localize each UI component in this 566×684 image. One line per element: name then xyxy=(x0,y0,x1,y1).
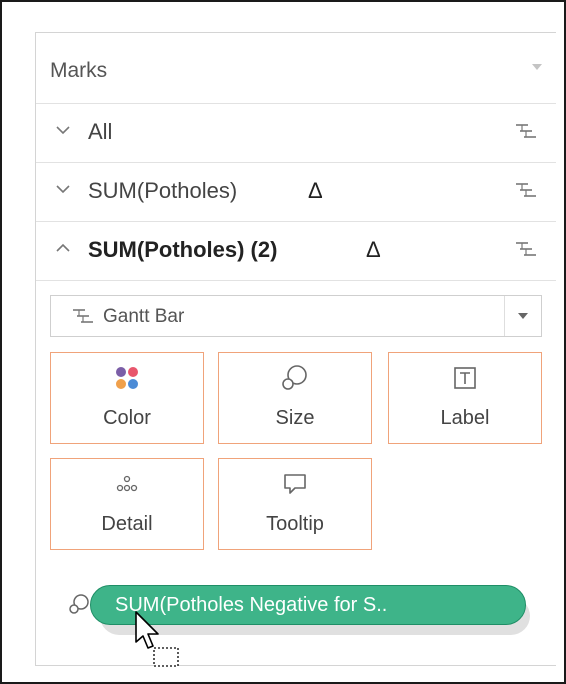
detail-button[interactable]: Detail xyxy=(50,458,204,550)
tooltip-icon xyxy=(284,474,306,494)
marks-row-sum-potholes[interactable]: SUM(Potholes) Δ xyxy=(36,163,556,222)
chevron-down-icon[interactable] xyxy=(54,121,72,139)
delta-icon: Δ xyxy=(366,237,381,262)
size-button[interactable]: Size xyxy=(218,352,372,444)
size-icon xyxy=(69,594,89,614)
gantt-bar-icon xyxy=(73,309,93,323)
marks-card: Marks All SUM(Potholes) Δ SUM(Potholes) … xyxy=(35,32,556,667)
marks-row-label: SUM(Potholes) xyxy=(88,178,238,203)
mark-type-dropdown-button[interactable] xyxy=(504,296,541,336)
drag-cursor-icon xyxy=(135,611,179,667)
chevron-down-icon[interactable] xyxy=(54,180,72,198)
label-button[interactable]: Label xyxy=(388,352,542,444)
marks-menu-caret-icon[interactable] xyxy=(532,64,542,70)
chevron-down-icon xyxy=(518,313,528,319)
marks-row-all[interactable]: All xyxy=(36,104,556,163)
screenshot-frame: Marks All SUM(Potholes) Δ SUM(Potholes) … xyxy=(0,0,566,684)
marks-row-label: All xyxy=(88,119,113,144)
mark-type-dropdown[interactable]: Gantt Bar xyxy=(50,295,542,337)
color-button[interactable]: Color xyxy=(50,352,204,444)
card-label: Detail xyxy=(101,513,153,535)
chevron-up-icon[interactable] xyxy=(54,239,72,257)
marks-header[interactable]: Marks xyxy=(36,33,556,104)
card-label: Size xyxy=(275,407,315,429)
delta-icon: Δ xyxy=(308,178,323,203)
card-label: Label xyxy=(440,407,490,429)
marks-row-sum-potholes-2[interactable]: SUM(Potholes) (2) Δ xyxy=(36,222,556,281)
card-label: Color xyxy=(103,407,151,429)
label-icon xyxy=(454,367,476,389)
marks-row-label: SUM(Potholes) (2) xyxy=(88,237,278,262)
mark-type-value: Gantt Bar xyxy=(103,306,185,327)
tooltip-button[interactable]: Tooltip xyxy=(218,458,372,550)
pill-area: SUM(Potholes Negative for S.. xyxy=(56,567,556,667)
gantt-bar-icon xyxy=(516,124,536,138)
size-icon xyxy=(282,365,307,390)
gantt-bar-icon xyxy=(516,183,536,197)
card-label: Tooltip xyxy=(266,513,324,535)
gantt-bar-icon xyxy=(516,242,536,256)
detail-icon xyxy=(116,475,138,492)
marks-title: Marks xyxy=(50,59,108,82)
color-icon xyxy=(116,367,138,389)
